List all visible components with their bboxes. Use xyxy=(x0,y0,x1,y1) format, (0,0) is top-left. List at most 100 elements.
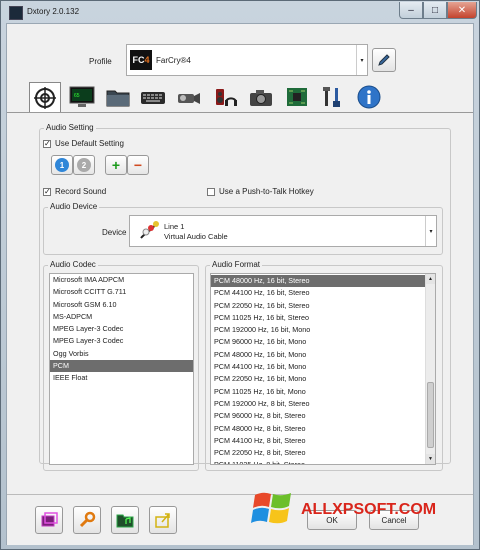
audio-source-2-button[interactable]: 2 xyxy=(73,155,95,175)
keyboard-icon xyxy=(141,92,165,104)
export-button[interactable] xyxy=(149,506,177,534)
format-list-item[interactable]: PCM 11025 Hz, 16 bit, Stereo xyxy=(211,312,426,324)
format-list-item[interactable]: PCM 48000 Hz, 16 bit, Mono xyxy=(211,349,426,361)
tab-video[interactable]: 65 xyxy=(66,82,98,112)
format-list-item[interactable]: PCM 44100 Hz, 16 bit, Mono xyxy=(211,361,426,373)
codec-list-item[interactable]: Microsoft GSM 6.10 xyxy=(50,299,193,311)
audio-format-list[interactable]: PCM 48000 Hz, 16 bit, Stereo PCM 44100 Hz… xyxy=(210,273,436,465)
toolbar-divider xyxy=(7,112,473,113)
audio-folder-button[interactable] xyxy=(111,506,139,534)
codec-list-item[interactable]: MPEG Layer-3 Codec xyxy=(50,335,193,347)
format-list-item[interactable]: PCM 44100 Hz, 8 bit, Stereo xyxy=(211,435,426,447)
device-line2: Virtual Audio Cable xyxy=(164,232,228,241)
format-list-item[interactable]: PCM 96000 Hz, 16 bit, Mono xyxy=(211,336,426,348)
source-2-badge: 2 xyxy=(77,158,91,172)
audio-codec-list[interactable]: Microsoft IMA ADPCM Microsoft CCITT G.711… xyxy=(49,273,194,465)
codec-list-item[interactable]: PCM xyxy=(50,360,193,373)
folder-music-icon xyxy=(116,514,134,528)
chevron-down-icon[interactable]: ▾ xyxy=(356,45,367,75)
codec-list-item[interactable]: Microsoft IMA ADPCM xyxy=(50,274,193,286)
scroll-thumb[interactable] xyxy=(427,382,434,448)
pen-icon xyxy=(378,54,390,66)
checkbox-box[interactable]: ✓ xyxy=(43,139,51,148)
tools-icon xyxy=(323,87,340,107)
client-area: Profile FC 4 FarCry®4 ▾ 65 Audio Setting… xyxy=(6,23,474,545)
tab-advanced[interactable] xyxy=(281,82,313,112)
record-sound-checkbox[interactable]: ✓ Record Sound xyxy=(43,187,106,196)
tab-info[interactable] xyxy=(353,82,385,112)
game-logo: FC 4 xyxy=(130,50,152,70)
watermark-text: ALLXPSOFT.COM xyxy=(301,501,437,518)
app-window: Dxtory 2.0.132 – □ ✕ Profile FC 4 FarCry®… xyxy=(0,0,480,550)
codec-list-item[interactable]: Ogg Vorbis xyxy=(50,348,193,360)
codec-list-item[interactable]: Microsoft CCITT G.711 xyxy=(50,286,193,298)
format-list-item[interactable]: PCM 192000 Hz, 8 bit, Stereo xyxy=(211,398,426,410)
audio-device-title: Audio Device xyxy=(48,202,100,211)
push-to-talk-label: Use a Push-to-Talk Hotkey xyxy=(219,187,314,196)
device-line1: Line 1 xyxy=(164,222,185,231)
windows-logo-icon xyxy=(251,492,291,524)
audio-format-title: Audio Format xyxy=(210,260,263,269)
format-list-item[interactable]: PCM 11025 Hz, 8 bit, Stereo xyxy=(211,459,426,464)
folder-icon xyxy=(106,90,130,107)
format-scrollbar[interactable]: ▲ ▼ xyxy=(425,274,435,464)
wrench-icon xyxy=(79,511,96,528)
record-sound-label: Record Sound xyxy=(55,187,107,196)
windows-icon xyxy=(41,512,58,527)
format-list-item[interactable]: PCM 22050 Hz, 16 bit, Mono xyxy=(211,373,426,385)
settings-tool-button[interactable] xyxy=(73,506,101,534)
tab-tools[interactable] xyxy=(317,82,349,112)
target-icon xyxy=(34,86,56,109)
tab-audio[interactable] xyxy=(209,82,241,112)
edit-profile-button[interactable] xyxy=(372,48,396,72)
overlay-button[interactable] xyxy=(35,506,63,534)
codec-list-item[interactable]: MS-ADPCM xyxy=(50,311,193,323)
format-list-item[interactable]: PCM 192000 Hz, 16 bit, Mono xyxy=(211,324,426,336)
codec-list-item[interactable]: IEEE Float xyxy=(50,372,193,384)
tab-movie[interactable] xyxy=(173,82,205,112)
profile-label: Profile xyxy=(89,57,112,66)
watermark: ALLXPSOFT.COM xyxy=(251,489,480,531)
codec-list-item[interactable]: MPEG Layer-3 Codec xyxy=(50,323,193,335)
svg-text:65: 65 xyxy=(74,93,80,99)
audio-cable-icon xyxy=(140,221,159,239)
format-list-item[interactable]: PCM 44100 Hz, 16 bit, Stereo xyxy=(211,287,426,299)
add-source-button[interactable]: + xyxy=(105,155,127,175)
format-list-item[interactable]: PCM 48000 Hz, 16 bit, Stereo xyxy=(211,275,426,288)
monitor-icon: 65 xyxy=(69,86,95,107)
speaker-headphones-icon xyxy=(216,89,237,106)
chip-icon xyxy=(287,88,307,106)
camera-icon xyxy=(250,90,272,106)
format-list-item[interactable]: PCM 22050 Hz, 8 bit, Stereo xyxy=(211,447,426,459)
profile-name: FarCry®4 xyxy=(156,56,191,65)
push-to-talk-checkbox[interactable]: Use a Push-to-Talk Hotkey xyxy=(207,187,314,196)
checkbox-box[interactable] xyxy=(207,187,215,196)
audio-source-1-button[interactable]: 1 xyxy=(51,155,73,175)
audio-setting-title: Audio Setting xyxy=(44,123,96,132)
close-button[interactable]: ✕ xyxy=(447,2,477,19)
tab-target[interactable] xyxy=(29,82,61,112)
remove-source-button[interactable]: − xyxy=(127,155,149,175)
format-list-item[interactable]: PCM 22050 Hz, 16 bit, Stereo xyxy=(211,300,426,312)
use-default-label: Use Default Setting xyxy=(55,139,124,148)
audio-codec-title: Audio Codec xyxy=(48,260,98,269)
tab-hotkey[interactable] xyxy=(137,82,169,112)
checkbox-box[interactable]: ✓ xyxy=(43,187,51,196)
scroll-down-icon[interactable]: ▼ xyxy=(426,454,435,464)
maximize-button[interactable]: □ xyxy=(423,2,447,19)
minimize-button[interactable]: – xyxy=(399,2,423,19)
app-icon xyxy=(9,6,23,20)
source-1-badge: 1 xyxy=(55,158,69,172)
tab-screenshot[interactable] xyxy=(245,82,277,112)
chevron-down-icon[interactable]: ▾ xyxy=(425,216,436,246)
format-list-item[interactable]: PCM 48000 Hz, 8 bit, Stereo xyxy=(211,423,426,435)
format-list-item[interactable]: PCM 96000 Hz, 8 bit, Stereo xyxy=(211,410,426,422)
title-bar: Dxtory 2.0.132 – □ ✕ xyxy=(1,1,479,23)
use-default-setting-checkbox[interactable]: ✓ Use Default Setting xyxy=(43,139,124,148)
tab-folder[interactable] xyxy=(102,82,134,112)
device-dropdown[interactable]: Line 1 Virtual Audio Cable ▾ xyxy=(129,215,437,247)
profile-dropdown[interactable]: FC 4 FarCry®4 ▾ xyxy=(126,44,368,76)
device-label: Device xyxy=(102,228,127,237)
scroll-up-icon[interactable]: ▲ xyxy=(426,274,435,284)
format-list-item[interactable]: PCM 11025 Hz, 16 bit, Mono xyxy=(211,386,426,398)
